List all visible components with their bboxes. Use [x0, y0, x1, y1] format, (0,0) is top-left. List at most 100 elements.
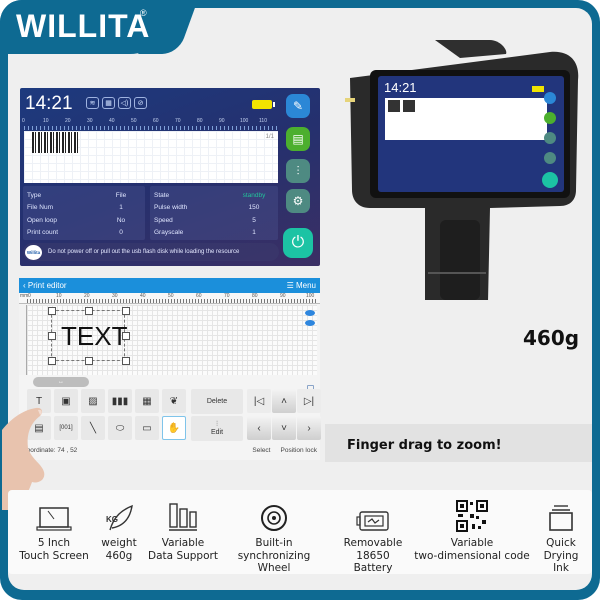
chevron-down-icon: ˅ [281, 422, 287, 434]
rectangle-icon: ▭ [142, 422, 152, 434]
chevron-right-icon: › [307, 422, 311, 434]
row-label: Pulse width [154, 204, 188, 212]
resize-handle[interactable] [122, 357, 130, 365]
print-preview[interactable]: 1/1 [24, 131, 278, 183]
clock: 14:21 [25, 93, 73, 114]
state-value: standby [242, 191, 266, 199]
row-value: 150 [248, 204, 260, 212]
file-preview-button[interactable]: ▤ [286, 127, 310, 151]
move-right-button[interactable]: › [297, 416, 321, 440]
move-left-button[interactable]: ‹ [247, 416, 271, 440]
barcode-tool-button[interactable]: ▮▮▮ [108, 389, 132, 413]
graphic-icon: ❦ [169, 395, 179, 407]
feature-line1: Quick [546, 537, 576, 549]
finger-photo [2, 407, 45, 510]
hand-tool-button[interactable]: ✋ [162, 416, 186, 440]
gear-icon: ⚙ [292, 194, 304, 208]
first-button[interactable]: |◁ [247, 389, 271, 413]
rectangle-tool-button[interactable]: ▭ [135, 416, 159, 440]
feature-line2: 460g [105, 549, 133, 562]
edit-button[interactable]: ✎ [286, 94, 310, 118]
feature-line2: Touch Screen [19, 549, 89, 562]
graphic-tool-button[interactable]: ❦ [162, 389, 186, 413]
layer-down-icon[interactable] [305, 320, 315, 326]
move-up-button[interactable]: ˄ [272, 389, 296, 413]
editor-canvas[interactable]: TEXT [27, 305, 317, 394]
grid-icon[interactable]: ▦ [102, 97, 115, 109]
notice-text: Do not power off or pull out the usb fla… [48, 249, 240, 255]
resize-handle[interactable] [122, 307, 130, 315]
wifi-off-icon[interactable]: ≋ [86, 97, 99, 109]
zoom-caption: Finger drag to zoom! [347, 438, 502, 453]
bar-columns-icon [169, 503, 197, 531]
select-mode[interactable]: Select [252, 447, 270, 454]
resize-handle[interactable] [85, 357, 93, 365]
notice-bar: Willita Do not power off or pull out the… [23, 243, 279, 261]
volume-icon[interactable]: ◁) [118, 97, 131, 109]
feature-bar: 5 Inch Touch Screen KG weight 460g Varia… [8, 490, 592, 574]
qrcode-tool-button[interactable]: ▦ [135, 389, 159, 413]
feather-weight-icon: KG [106, 504, 133, 531]
resize-handle[interactable] [85, 307, 93, 315]
sliders-icon: ⫶ [296, 163, 300, 178]
text-element[interactable]: TEXT [61, 321, 127, 352]
feature-line2: two-dimensional code [414, 549, 530, 562]
page-indicator: 1/1 [265, 134, 274, 140]
layer-up-icon[interactable] [305, 310, 315, 316]
table-row: Pulse width 150 [154, 202, 274, 215]
table-row: Speed 5 [154, 214, 274, 227]
image-tool-button[interactable]: ▨ [81, 389, 105, 413]
row-value: 5 [252, 216, 256, 224]
list-icon: ☰ [286, 281, 296, 290]
row-value: No [116, 216, 126, 224]
row-label: State [154, 191, 170, 199]
power-button[interactable]: ⏻ [283, 228, 313, 258]
horizontal-ruler: mm 0 10 20 30 40 50 60 70 80 90 100 [19, 293, 320, 304]
resize-handle[interactable] [48, 332, 56, 340]
row-label: Open loop [27, 216, 57, 224]
feature-item: Built-in synchronizing Wheel [220, 490, 328, 575]
row-value: 1 [119, 204, 123, 212]
ruler-tick: 0 [22, 118, 25, 124]
printer-product-image: 14:21 [345, 40, 579, 300]
qr-code-preview [56, 132, 78, 153]
ruler-tick: 40 [109, 118, 115, 124]
line-tool-button[interactable]: ╲ [81, 416, 105, 440]
menu-label: Menu [295, 281, 316, 290]
line-icon: ╲ [89, 422, 97, 434]
ruler-tick: 20 [65, 118, 71, 124]
sliders-icon: ⫶ [216, 421, 218, 428]
row-label: Print count [27, 229, 59, 237]
feature-line1: 5 Inch [37, 537, 71, 549]
last-button[interactable]: ▷| [297, 389, 321, 413]
row-label: Speed [154, 216, 173, 224]
settings-button[interactable]: ⚙ [286, 189, 310, 213]
feature-line1: Built-in [255, 537, 293, 549]
edit-icon: ✎ [292, 99, 304, 113]
feature-item: Quick Drying Ink [534, 490, 588, 575]
back-button[interactable]: ‹ Print editor [23, 281, 67, 290]
wheel-icon [261, 505, 287, 531]
edit-properties-button[interactable]: ⫶ Edit [191, 416, 243, 441]
svg-text:14:21: 14:21 [384, 80, 417, 95]
position-lock-toggle[interactable]: Position lock [281, 447, 318, 454]
table-row: File Num 1 [27, 202, 141, 215]
qr-code-icon [456, 500, 488, 532]
counter-tool-button[interactable]: [001] [54, 416, 78, 440]
image-icon: ▨ [88, 395, 98, 407]
row-value: File [115, 191, 127, 199]
date-tool-button[interactable]: ▣ [54, 389, 78, 413]
feature-line2: synchronizing Wheel [237, 549, 311, 575]
ruler: 0 10 20 30 40 50 60 70 80 90 100 110 [22, 118, 278, 130]
no-print-icon[interactable]: ⊘ [134, 97, 147, 109]
move-down-button[interactable]: ˅ [272, 416, 296, 440]
menu-button[interactable]: ☰ Menu [287, 281, 316, 290]
resize-handle[interactable] [48, 307, 56, 315]
delete-button[interactable]: Delete [191, 389, 243, 414]
status-table-right: State standby Pulse width 150 Speed 5 Grays… [150, 186, 278, 240]
adjust-button[interactable]: ⫶ [286, 159, 310, 183]
table-row: Type File [27, 189, 141, 202]
ellipse-icon: ⬭ [115, 422, 125, 434]
ellipse-tool-button[interactable]: ⬭ [108, 416, 132, 440]
ruler-tick: 30 [87, 118, 93, 124]
